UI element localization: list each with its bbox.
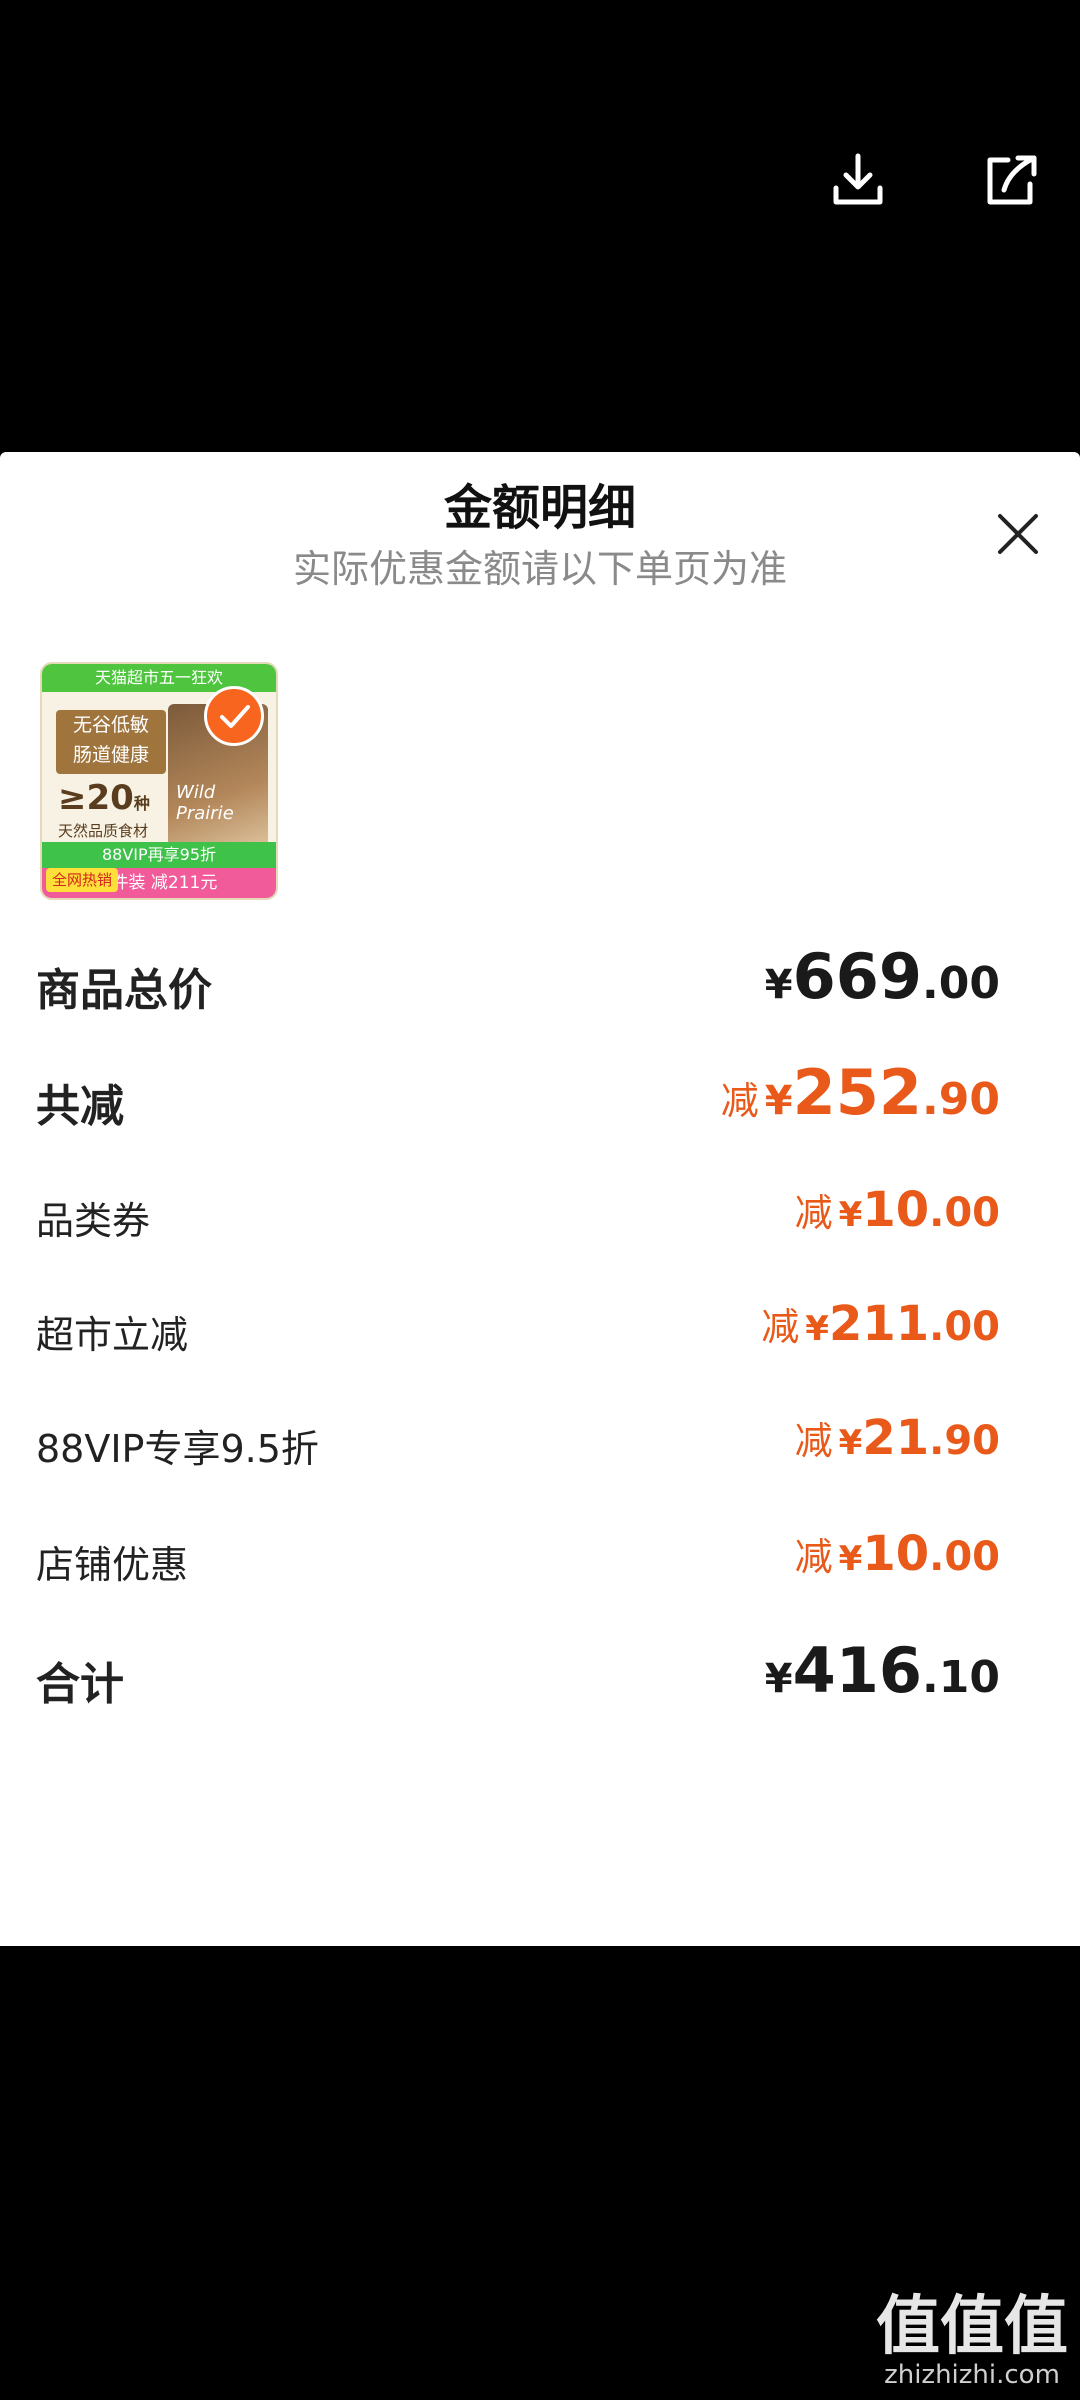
row-88vip-discount: 88VIP专享9.5折 减 ¥21.90 [36, 1410, 1000, 1490]
row-value: ¥669.00 [764, 940, 1000, 1013]
watermark-logo: 值值值 [876, 2290, 1068, 2364]
watermark-url: zhizhizhi.com [884, 2360, 1060, 2390]
row-total-discount: 共减 减 ¥252.90 [36, 1056, 1000, 1144]
row-value: 减 ¥211.00 [761, 1296, 1000, 1352]
row-value: 减 ¥10.00 [794, 1182, 1000, 1238]
row-store-discount: 店铺优惠 减 ¥10.00 [36, 1526, 1000, 1606]
product-vip-strip: 88VIP再享95折 [42, 842, 276, 868]
row-supermarket-discount: 超市立减 减 ¥211.00 [36, 1296, 1000, 1376]
row-value: 减 ¥21.90 [794, 1410, 1000, 1466]
row-label: 88VIP专享9.5折 [36, 1427, 319, 1471]
download-icon[interactable] [826, 148, 890, 212]
product-hot-tag: 全网热销 [46, 868, 119, 892]
row-label: 合计 [36, 1659, 124, 1710]
row-category-coupon: 品类券 减 ¥10.00 [36, 1182, 1000, 1262]
row-label: 超市立减 [36, 1313, 189, 1357]
selected-check-icon [204, 686, 264, 746]
row-total-price: 商品总价 ¥669.00 [36, 940, 1000, 1028]
product-stat-sub: 天然品质食材 [58, 822, 149, 840]
product-bag-label: Wild Prairie [176, 782, 234, 824]
row-value: 减 ¥252.90 [720, 1056, 1000, 1129]
product-thumbnail[interactable]: 天猫超市五一狂欢 无谷低敏 肠道健康 ≥20种 天然品质食材 Wild Prai… [40, 662, 278, 900]
row-grand-total: 合计 ¥416.10 [36, 1634, 1000, 1722]
bottom-backdrop: 值值值 zhizhizhi.com [0, 1946, 1080, 2400]
row-label: 店铺优惠 [36, 1543, 189, 1587]
close-icon[interactable] [990, 506, 1046, 562]
row-label: 商品总价 [36, 965, 212, 1016]
watermark: 值值值 zhizhizhi.com [876, 2294, 1068, 2390]
top-bar [0, 0, 1080, 452]
row-value: 减 ¥10.00 [794, 1526, 1000, 1582]
row-label: 共减 [36, 1081, 124, 1132]
share-icon[interactable] [978, 148, 1042, 212]
sheet-title: 金额明细 [443, 480, 636, 536]
product-stat: ≥20种 [58, 778, 150, 818]
row-value: ¥416.10 [764, 1634, 1000, 1707]
product-badge: 无谷低敏 肠道健康 [56, 710, 166, 774]
row-label: 品类券 [36, 1199, 151, 1243]
amount-detail-sheet: 金额明细 实际优惠金额请以下单页为准 天猫超市五一狂欢 无谷低敏 肠道健康 ≥2… [0, 452, 1080, 1946]
sheet-subtitle: 实际优惠金额请以下单页为准 [292, 547, 787, 591]
